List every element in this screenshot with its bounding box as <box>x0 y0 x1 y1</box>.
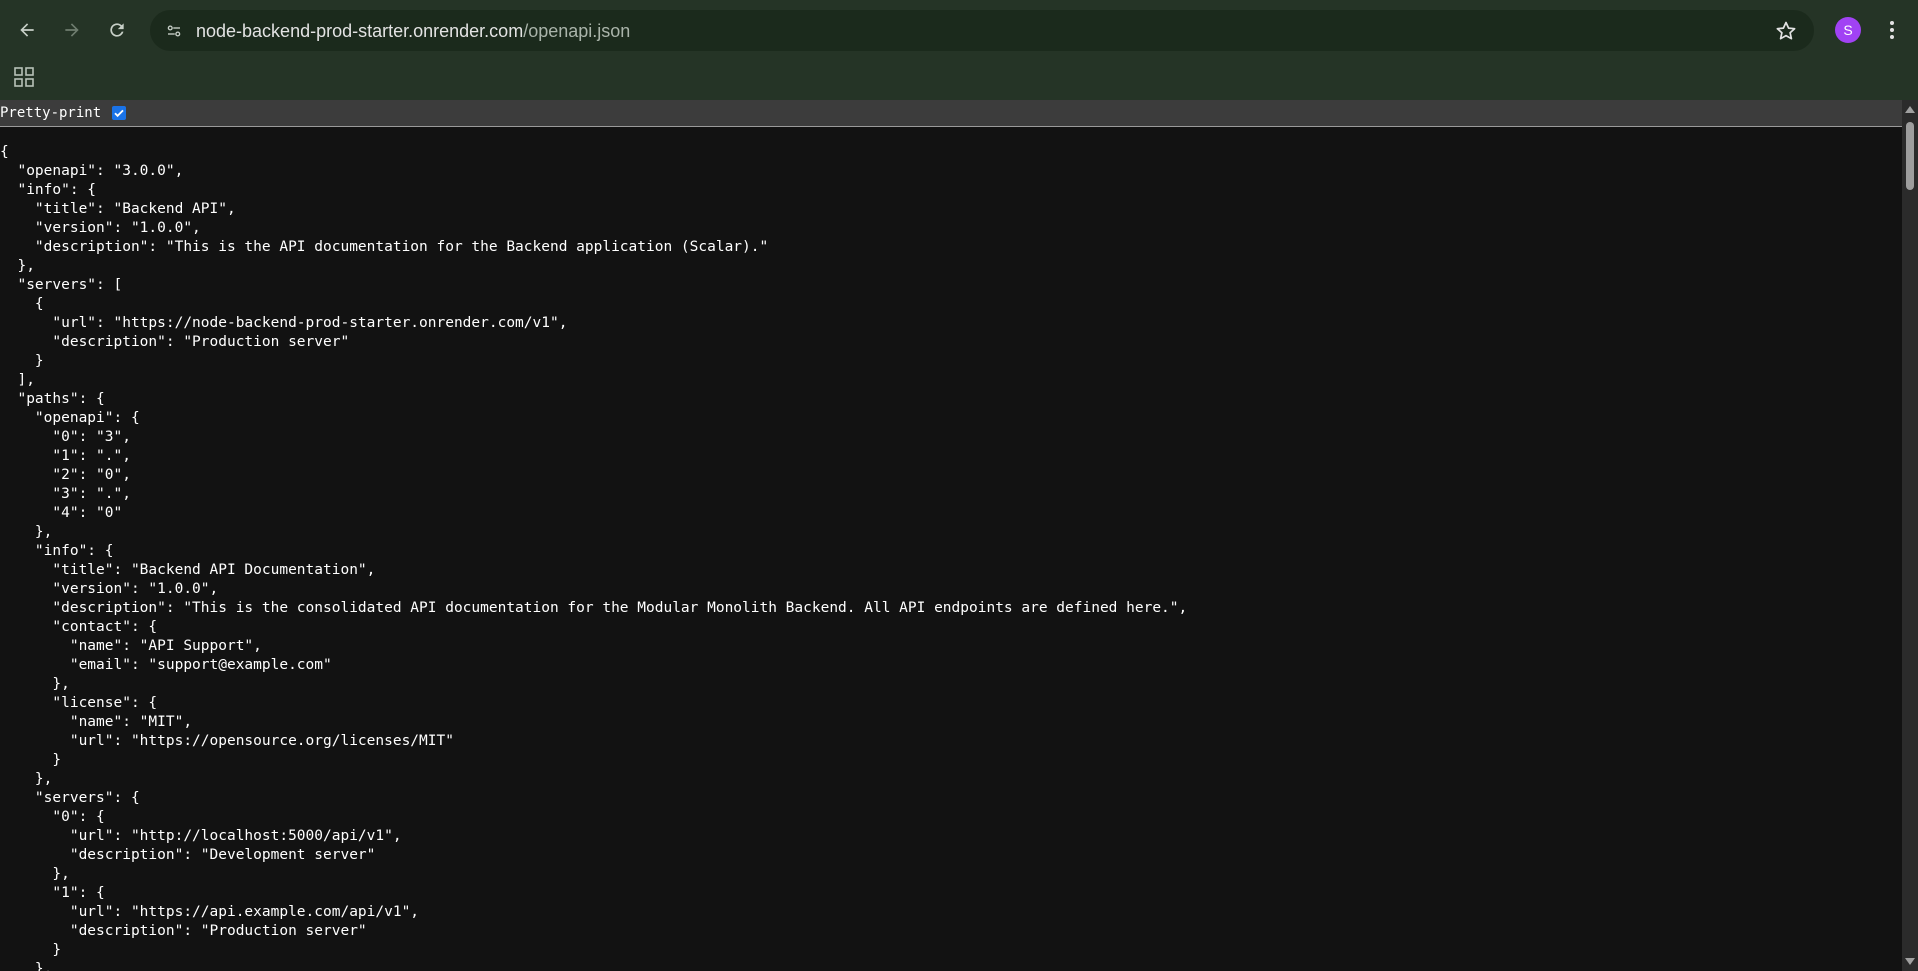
scroll-down-arrow[interactable] <box>1905 958 1915 965</box>
pretty-print-bar: Pretty-print <box>0 100 1902 127</box>
json-line: "0": "3", <box>0 429 131 445</box>
url-path: /openapi.json <box>523 21 631 41</box>
json-line: "servers": { <box>0 790 140 806</box>
pretty-print-checkbox[interactable] <box>112 106 126 120</box>
forward-button[interactable] <box>56 14 88 46</box>
json-line: "info": { <box>0 182 97 198</box>
json-line: "url": "https://node-backend-prod-starte… <box>0 315 568 331</box>
json-line: "title": "Backend API Documentation", <box>0 562 376 578</box>
json-line: }, <box>0 258 35 274</box>
bookmarks-bar <box>0 60 1918 100</box>
json-line: "openapi": "3.0.0", <box>0 163 184 179</box>
browser-chrome: node-backend-prod-starter.onrender.com/o… <box>0 0 1918 100</box>
json-line: "1": { <box>0 885 105 901</box>
star-icon[interactable] <box>1774 19 1798 43</box>
json-line: "email": "support@example.com" <box>0 657 332 673</box>
json-line: }, <box>0 524 53 540</box>
json-line: "4": "0" <box>0 505 123 521</box>
json-line: }, <box>0 771 53 787</box>
back-button[interactable] <box>11 14 43 46</box>
address-bar[interactable]: node-backend-prod-starter.onrender.com/o… <box>150 10 1814 51</box>
pretty-print-label: Pretty-print <box>0 105 102 121</box>
json-line: "description": "This is the consolidated… <box>0 600 1188 616</box>
json-line: }, <box>0 866 70 882</box>
json-line: "url": "https://opensource.org/licenses/… <box>0 733 454 749</box>
json-content: { "openapi": "3.0.0", "info": { "title":… <box>0 143 1900 971</box>
browser-toolbar: node-backend-prod-starter.onrender.com/o… <box>0 0 1918 60</box>
json-line: "description": "Production server" <box>0 334 350 350</box>
json-line: } <box>0 353 44 369</box>
json-line: "version": "1.0.0", <box>0 220 201 236</box>
apps-grid-icon[interactable] <box>13 66 35 88</box>
browser-menu-button[interactable] <box>1882 16 1902 44</box>
json-line: "url": "https://api.example.com/api/v1", <box>0 904 420 920</box>
checkmark-icon <box>114 109 124 118</box>
json-line: "license": { <box>0 695 158 711</box>
json-line: "servers": [ <box>0 277 123 293</box>
vertical-scrollbar[interactable] <box>1902 100 1918 971</box>
url-host: node-backend-prod-starter.onrender.com <box>196 21 524 41</box>
json-line: } <box>0 942 62 958</box>
json-line: "3": ".", <box>0 486 131 502</box>
arrow-left-icon <box>20 23 34 37</box>
reload-icon <box>110 23 124 37</box>
json-line: } <box>0 752 62 768</box>
json-line: "0": { <box>0 809 105 825</box>
arrow-right-icon <box>65 23 79 37</box>
scroll-thumb[interactable] <box>1906 122 1914 190</box>
tune-icon <box>167 25 181 37</box>
reload-button[interactable] <box>101 14 133 46</box>
json-line: "name": "MIT", <box>0 714 193 730</box>
profile-avatar[interactable]: S <box>1835 17 1861 43</box>
json-line: "name": "API Support", <box>0 638 262 654</box>
json-line: "1": ".", <box>0 448 131 464</box>
json-line: { <box>0 144 9 160</box>
site-info-button[interactable] <box>160 17 188 45</box>
json-line: "info": { <box>0 543 114 559</box>
json-line: }, <box>0 676 70 692</box>
scroll-up-arrow[interactable] <box>1905 106 1915 113</box>
json-line: "version": "1.0.0", <box>0 581 219 597</box>
json-line: "paths": { <box>0 391 105 407</box>
json-line: "title": "Backend API", <box>0 201 236 217</box>
json-line: "description": "This is the API document… <box>0 239 769 255</box>
url-text: node-backend-prod-starter.onrender.com/o… <box>196 21 630 42</box>
json-line: "description": "Development server" <box>0 847 376 863</box>
kebab-menu-icon <box>1890 21 1894 39</box>
json-line: "url": "http://localhost:5000/api/v1", <box>0 828 402 844</box>
json-line: "openapi": { <box>0 410 140 426</box>
json-line: "2": "0", <box>0 467 131 483</box>
json-line: { <box>0 296 44 312</box>
json-line: ], <box>0 372 35 388</box>
json-line: }, <box>0 961 53 971</box>
json-line: "contact": { <box>0 619 158 635</box>
json-line: "description": "Production server" <box>0 923 367 939</box>
